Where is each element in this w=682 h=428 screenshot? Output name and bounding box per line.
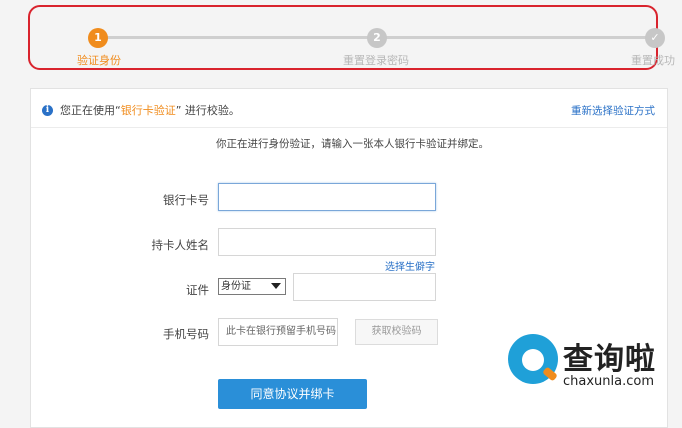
- step-connector: [100, 36, 370, 39]
- card-number-label: 银行卡号: [163, 193, 209, 207]
- notice-text: 您正在使用“银行卡验证” 进行校验。: [60, 104, 240, 117]
- check-icon: ✓: [645, 28, 665, 48]
- id-type-select[interactable]: 身份证: [218, 278, 286, 295]
- step-2-label: 重置登录密码: [343, 54, 409, 67]
- holder-name-input[interactable]: [218, 228, 436, 256]
- id-number-input[interactable]: [293, 273, 436, 301]
- step-connector: [386, 36, 652, 39]
- chevron-down-icon: [271, 283, 281, 289]
- phone-input[interactable]: 此卡在银行预留手机号码: [218, 318, 338, 346]
- rare-character-link[interactable]: 选择生僻字: [385, 258, 435, 273]
- step-1-label: 验证身份: [77, 54, 121, 67]
- site-watermark: 查询啦 chaxunla.com: [505, 330, 675, 410]
- step-2-badge: 2: [367, 28, 387, 48]
- notice-bar: i 您正在使用“银行卡验证” 进行校验。 重新选择验证方式: [31, 89, 667, 128]
- watermark-site: chaxunla.com: [563, 374, 654, 389]
- watermark-title: 查询啦: [563, 342, 656, 377]
- switch-method-link[interactable]: 重新选择验证方式: [571, 103, 655, 118]
- instruction-text: 你正在进行身份验证，请输入一张本人银行卡验证并绑定。: [216, 138, 489, 150]
- holder-name-label: 持卡人姓名: [151, 238, 210, 252]
- info-icon: i: [42, 105, 53, 116]
- id-type-value: 身份证: [221, 281, 251, 292]
- step-1-badge: 1: [88, 28, 108, 48]
- id-label: 证件: [186, 283, 209, 297]
- card-number-input[interactable]: [218, 183, 436, 211]
- step-3-label: 重置成功: [631, 54, 675, 67]
- verification-method: 银行卡验证: [120, 104, 176, 117]
- get-code-button[interactable]: 获取校验码: [355, 319, 438, 345]
- agree-and-bind-button[interactable]: 同意协议并绑卡: [218, 379, 367, 409]
- phone-label: 手机号码: [163, 327, 209, 341]
- step-progress-bar: 1 2 ✓ 验证身份 重置登录密码 重置成功: [28, 5, 675, 70]
